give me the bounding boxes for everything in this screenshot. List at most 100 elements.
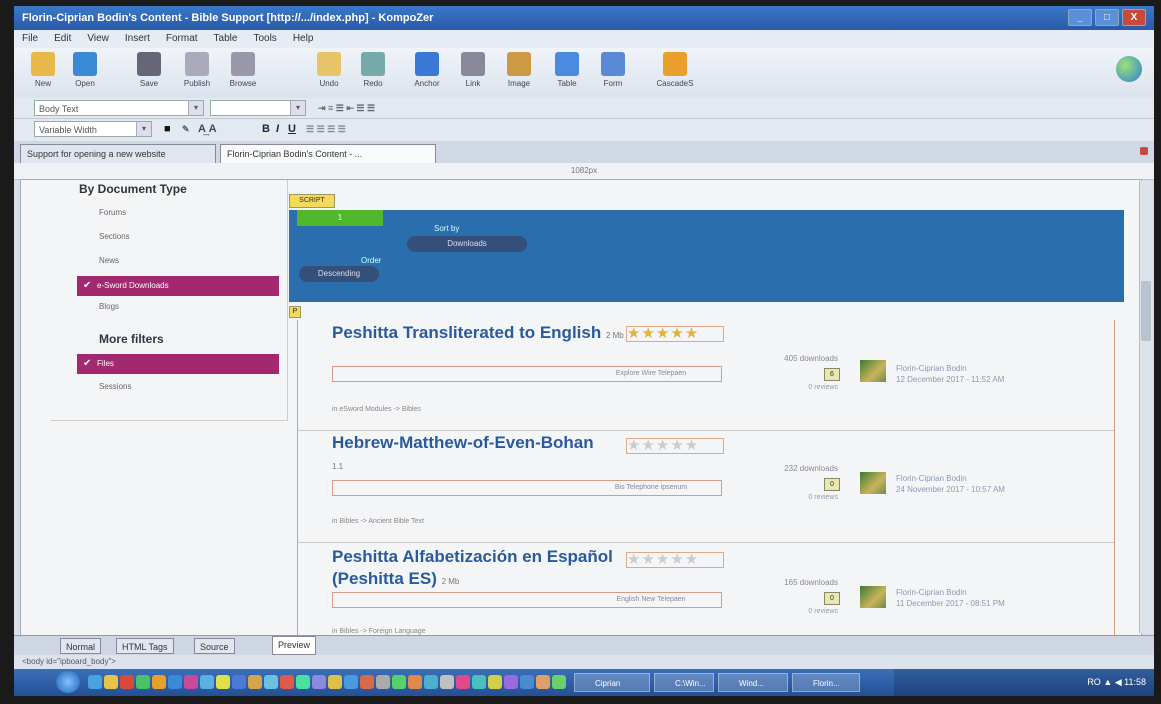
quick-launch-app-icon[interactable] bbox=[88, 675, 102, 689]
toolbar-open-button[interactable]: Open bbox=[62, 52, 108, 88]
list-indent-buttons[interactable]: ⇥ ≡ ☰ ⇤ ☰ ☰ bbox=[318, 100, 375, 116]
tab-html-tags[interactable]: HTML Tags bbox=[116, 638, 174, 654]
item-action-button[interactable]: Bis Telephone ipsenum bbox=[581, 481, 721, 495]
item-breadcrumb[interactable]: in Bibles -> Ancient Bible Text bbox=[332, 518, 424, 525]
close-button[interactable]: X bbox=[1122, 9, 1146, 26]
tab-florin-content[interactable]: Florin-Ciprian Bodin's Content - ... bbox=[220, 144, 436, 163]
minimize-button[interactable]: _ bbox=[1068, 9, 1092, 26]
toolbar-table-button[interactable]: Table bbox=[544, 52, 590, 88]
menu-view[interactable]: View bbox=[87, 30, 109, 48]
tab-source[interactable]: Source bbox=[194, 638, 235, 654]
font-family-select[interactable]: Variable Width ▾ bbox=[34, 121, 152, 137]
quick-launch-app-icon[interactable] bbox=[360, 675, 374, 689]
menu-format[interactable]: Format bbox=[166, 30, 198, 48]
quick-launch-app-icon[interactable] bbox=[232, 675, 246, 689]
sidebar-item-news[interactable]: News bbox=[99, 256, 119, 265]
quick-launch-app-icon[interactable] bbox=[264, 675, 278, 689]
rating-stars[interactable]: ★★★★★ bbox=[626, 438, 724, 454]
text-color-icon[interactable]: ■ bbox=[164, 121, 171, 137]
avatar[interactable] bbox=[860, 472, 886, 494]
rating-stars[interactable]: ★★★★★ bbox=[626, 552, 724, 568]
quick-launch-app-icon[interactable] bbox=[120, 675, 134, 689]
quick-launch-app-icon[interactable] bbox=[216, 675, 230, 689]
quick-launch-app-icon[interactable] bbox=[376, 675, 390, 689]
item-breadcrumb[interactable]: in eSword Modules -> Bibles bbox=[332, 406, 421, 413]
toolbar-image-button[interactable]: Image bbox=[496, 52, 542, 88]
quick-launch-app-icon[interactable] bbox=[168, 675, 182, 689]
menu-edit[interactable]: Edit bbox=[54, 30, 71, 48]
item-breadcrumb[interactable]: in Bibles -> Foreign Language bbox=[332, 628, 426, 635]
item-title[interactable]: Hebrew-Matthew-of-Even-Bohan bbox=[332, 432, 672, 454]
avatar[interactable] bbox=[860, 360, 886, 382]
taskbar-item-florin[interactable]: Florin... bbox=[792, 673, 860, 692]
toolbar-redo-button[interactable]: Redo bbox=[350, 52, 396, 88]
quick-launch-app-icon[interactable] bbox=[200, 675, 214, 689]
quick-launch-app-icon[interactable] bbox=[280, 675, 294, 689]
sidebar-item-esword-downloads[interactable]: ✔ e-Sword Downloads bbox=[77, 276, 279, 296]
quick-launch-app-icon[interactable] bbox=[136, 675, 150, 689]
quick-launch-app-icon[interactable] bbox=[344, 675, 358, 689]
menu-file[interactable]: File bbox=[22, 30, 38, 48]
paragraph-format-select[interactable]: Body Text ▾ bbox=[34, 100, 204, 116]
toolbar-browse-button[interactable]: Browse bbox=[220, 52, 266, 88]
toolbar-undo-button[interactable]: Undo bbox=[306, 52, 352, 88]
author-name[interactable]: Florin-Ciprian Bodin bbox=[896, 364, 967, 373]
order-select[interactable]: Descending bbox=[299, 266, 379, 282]
item-action-button[interactable]: Explore Wire Telepaen bbox=[581, 367, 721, 381]
quick-launch-app-icon[interactable] bbox=[504, 675, 518, 689]
quick-launch-app-icon[interactable] bbox=[312, 675, 326, 689]
highlight-icon[interactable]: ✎ bbox=[182, 121, 190, 137]
author-name[interactable]: Florin-Ciprian Bodin bbox=[896, 588, 967, 597]
sidebar-item-sessions[interactable]: Sessions bbox=[99, 382, 131, 391]
font-size-select[interactable]: ▾ bbox=[210, 100, 306, 116]
quick-launch-app-icon[interactable] bbox=[456, 675, 470, 689]
scrollbar-thumb[interactable] bbox=[1141, 281, 1151, 341]
quick-launch-app-icon[interactable] bbox=[392, 675, 406, 689]
taskbar-item-ciprian[interactable]: Ciprian bbox=[574, 673, 650, 692]
menu-help[interactable]: Help bbox=[293, 30, 314, 48]
toolbar-form-button[interactable]: Form bbox=[590, 52, 636, 88]
sort-select[interactable]: Downloads bbox=[407, 236, 527, 252]
quick-launch-app-icon[interactable] bbox=[488, 675, 502, 689]
avatar[interactable] bbox=[860, 586, 886, 608]
item-title[interactable]: Peshitta Transliterated to English 2 Mb bbox=[332, 322, 632, 347]
rating-stars[interactable]: ★★★★★ bbox=[626, 326, 724, 342]
quick-launch-app-icon[interactable] bbox=[440, 675, 454, 689]
toolbar-link-button[interactable]: Link bbox=[450, 52, 496, 88]
bold-button[interactable]: B bbox=[262, 121, 270, 137]
menu-table[interactable]: Table bbox=[214, 30, 238, 48]
quick-launch-app-icon[interactable] bbox=[104, 675, 118, 689]
menu-insert[interactable]: Insert bbox=[125, 30, 150, 48]
editor-content[interactable]: By Document Type Forums Sections News ✔ … bbox=[20, 179, 1142, 636]
alignment-buttons[interactable]: ☰ ☰ ☰ ☰ bbox=[306, 121, 346, 137]
toolbar-anchor-button[interactable]: Anchor bbox=[404, 52, 450, 88]
toolbar-new-button[interactable]: New bbox=[20, 52, 66, 88]
underline-button[interactable]: U bbox=[288, 121, 296, 137]
sidebar-item-forums[interactable]: Forums bbox=[99, 208, 126, 217]
italic-button[interactable]: I bbox=[276, 121, 279, 137]
toolbar-cascades-button[interactable]: CascadeS bbox=[652, 52, 698, 88]
font-size-buttons[interactable]: A͢ A bbox=[198, 121, 217, 137]
item-action-button[interactable]: English New Telepaen bbox=[581, 593, 721, 607]
vertical-scrollbar[interactable] bbox=[1139, 181, 1152, 633]
quick-launch-app-icon[interactable] bbox=[248, 675, 262, 689]
sidebar-item-blogs[interactable]: Blogs bbox=[99, 302, 119, 311]
quick-launch-app-icon[interactable] bbox=[520, 675, 534, 689]
quick-launch-app-icon[interactable] bbox=[552, 675, 566, 689]
maximize-button[interactable]: □ bbox=[1095, 9, 1119, 26]
tab-support-new-website[interactable]: Support for opening a new website bbox=[20, 144, 216, 163]
quick-launch-app-icon[interactable] bbox=[184, 675, 198, 689]
taskbar-item-windows-folder[interactable]: C:\Win... bbox=[654, 673, 714, 692]
toolbar-save-button[interactable]: Save bbox=[126, 52, 172, 88]
close-tab-icon[interactable] bbox=[1140, 147, 1148, 155]
sidebar-item-files[interactable]: ✔ Files bbox=[77, 354, 279, 374]
quick-launch-app-icon[interactable] bbox=[152, 675, 166, 689]
tab-normal[interactable]: Normal bbox=[60, 638, 102, 654]
quick-launch-app-icon[interactable] bbox=[424, 675, 438, 689]
quick-launch-app-icon[interactable] bbox=[536, 675, 550, 689]
start-button-icon[interactable] bbox=[56, 671, 80, 693]
quick-launch-app-icon[interactable] bbox=[296, 675, 310, 689]
menu-tools[interactable]: Tools bbox=[253, 30, 276, 48]
item-title[interactable]: Peshitta Alfabetización en Español (Pesh… bbox=[332, 546, 632, 593]
quick-launch-app-icon[interactable] bbox=[408, 675, 422, 689]
